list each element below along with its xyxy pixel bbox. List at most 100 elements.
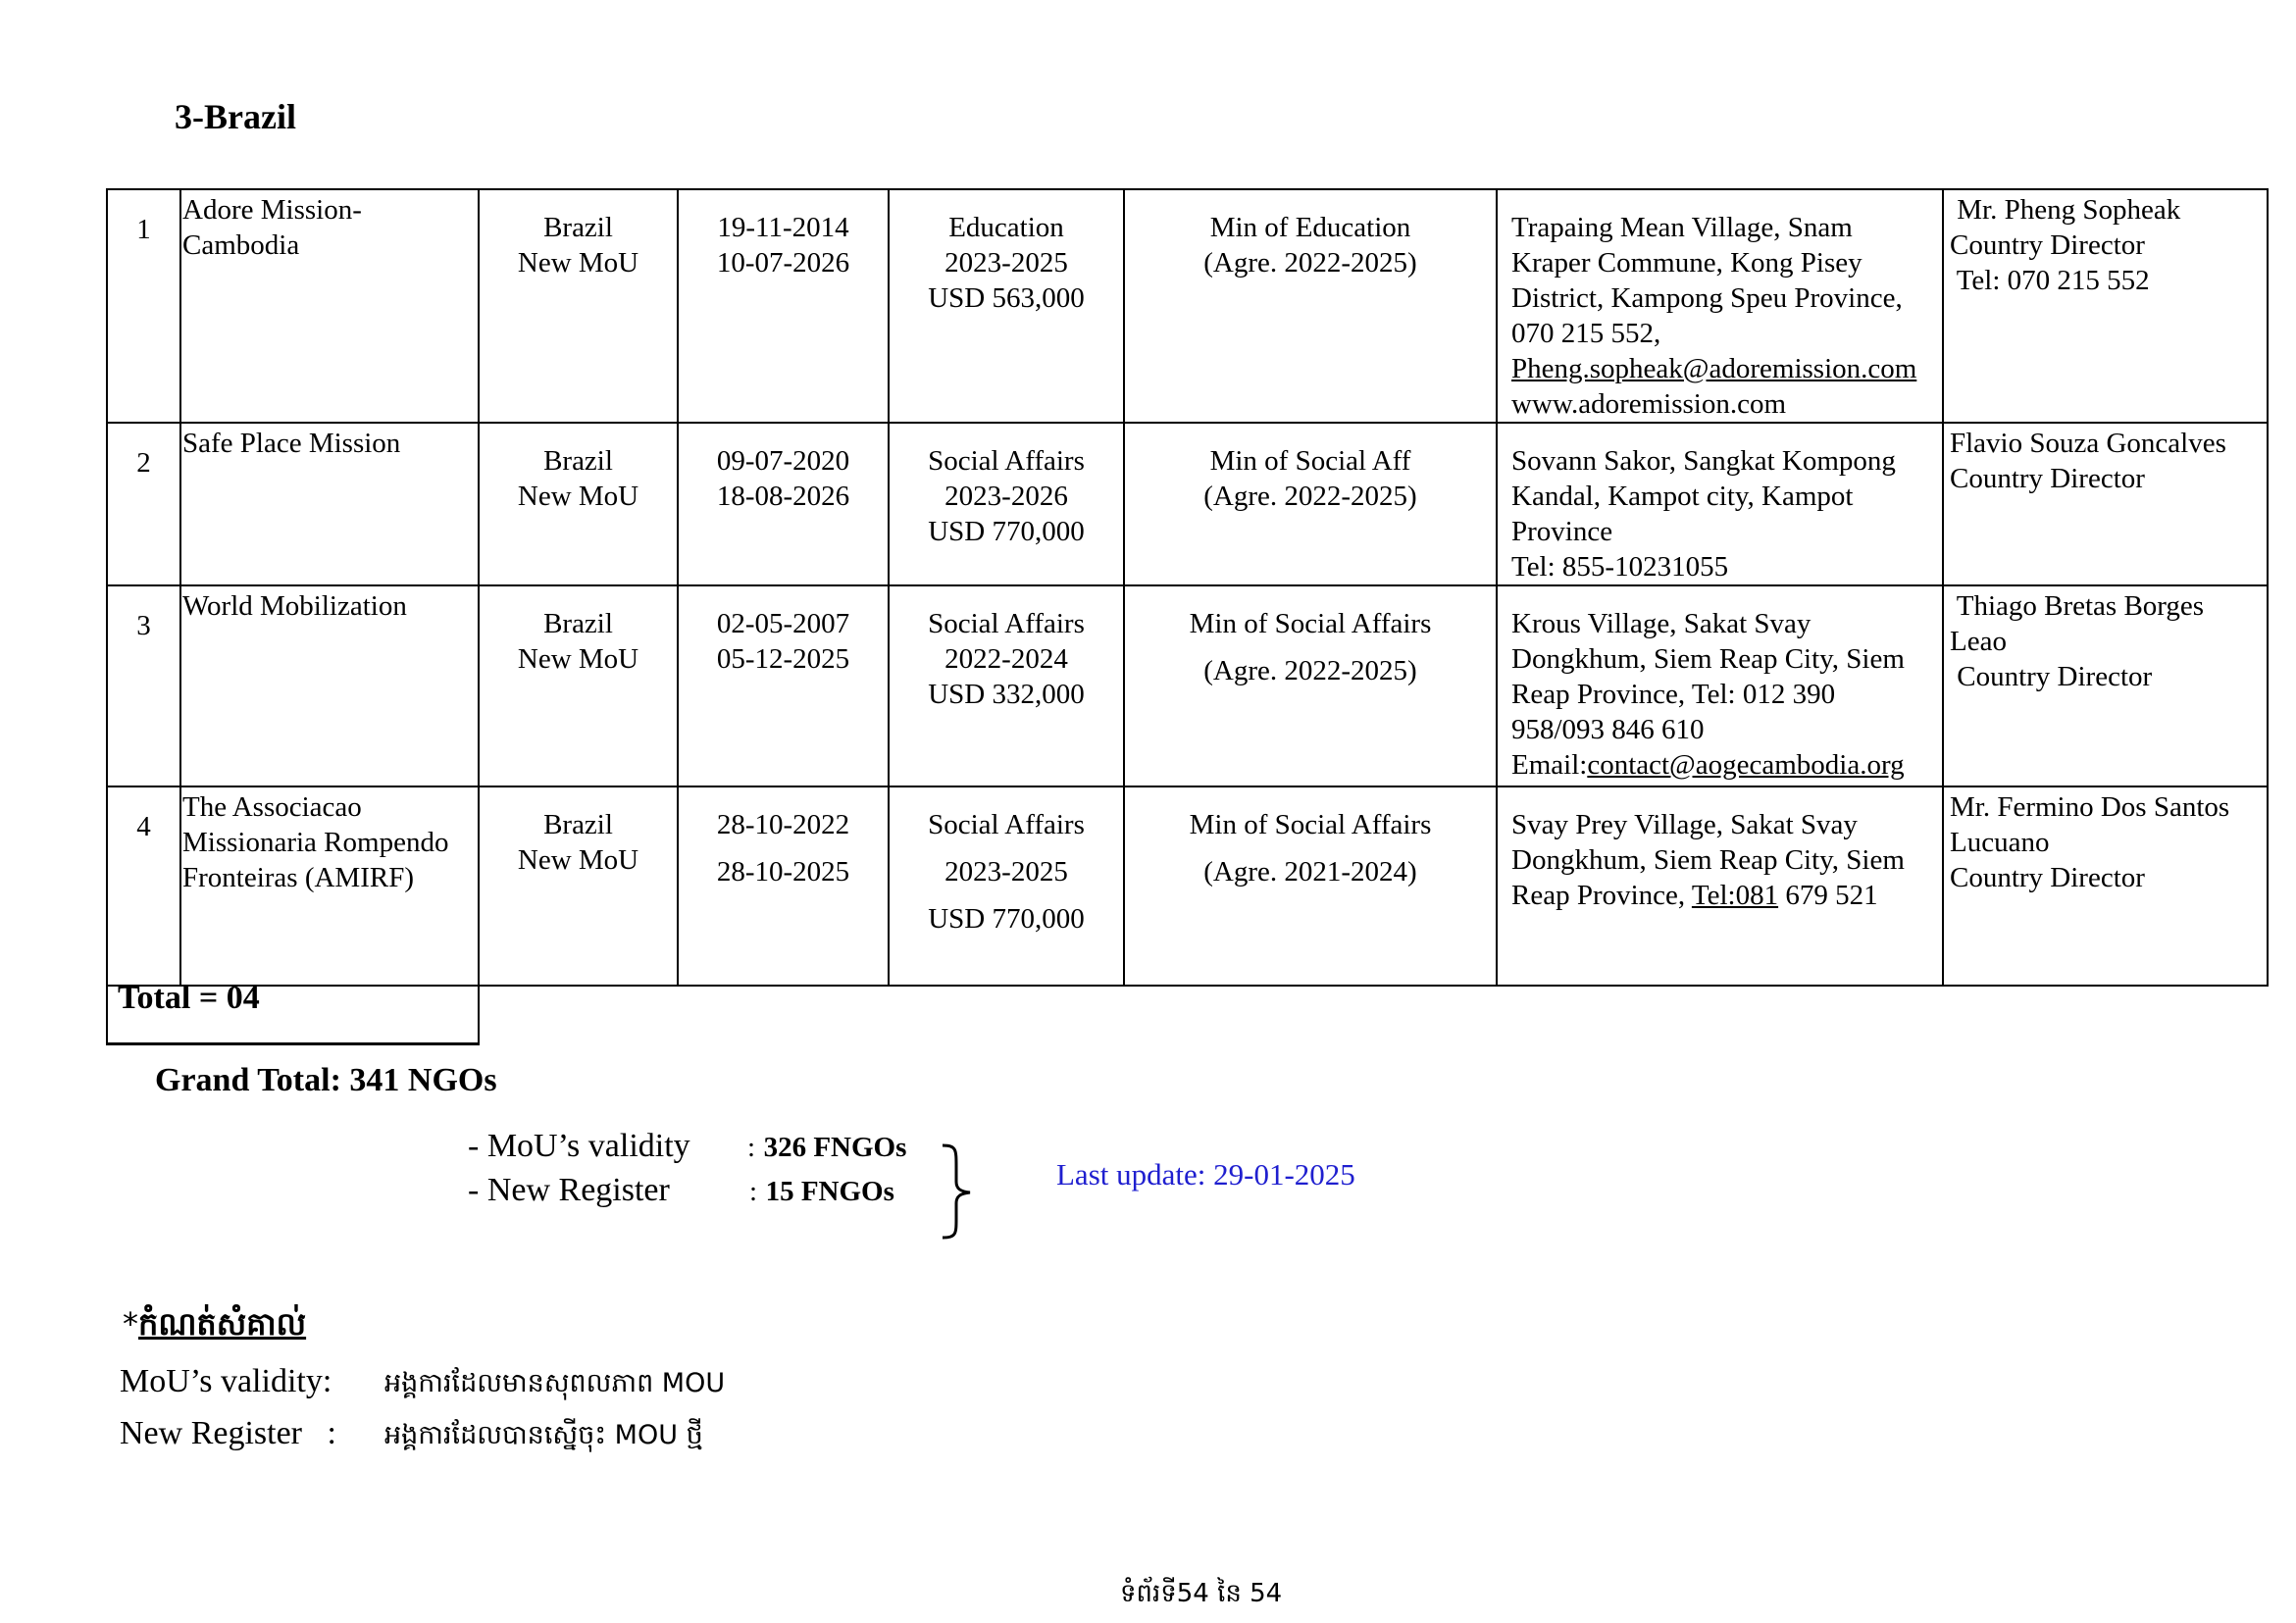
note-heading: *កំណត់សំគាល់: [123, 1305, 307, 1343]
cell-line: Min of Education: [1209, 212, 1411, 243]
cell-line: Province: [1511, 516, 1613, 547]
cell-line: Flavio Souza Goncalves: [1950, 428, 2226, 459]
summary-new-register: - New Register: 15 FNGOs: [468, 1172, 894, 1208]
cell-line: Reap Province, Tel: 012 390: [1511, 679, 1836, 710]
cell-ngo-name: Safe Place Mission: [179, 422, 480, 586]
table-row: 1 Adore Mission- Cambodia Brazil New MoU 19-1…: [106, 188, 2269, 424]
cell-dates: 19-11-2014 10-07-2026: [677, 188, 890, 424]
cell-line: Kandal, Kampot city, Kampot: [1511, 481, 1854, 512]
table-row: 2 Safe Place Mission Brazil New MoU 09-07-20…: [106, 422, 2269, 586]
note-line-mou-validity: MoU’s validity: អង្គការដែលមានសុពលភាព MOU: [120, 1363, 725, 1405]
cell-line: Kraper Commune, Kong Pisey: [1511, 247, 1862, 279]
cell-ministry: Min of Education (Agre. 2022-2025): [1123, 188, 1498, 424]
table-row: 3 World Mobilization Brazil New MoU 02-05-20…: [106, 584, 2269, 787]
email-line: Email:contact@aogecambodia.org: [1511, 747, 1942, 783]
summary-label: - New Register: [468, 1172, 670, 1208]
cell-dates: 09-07-2020 18-08-2026: [677, 422, 890, 586]
right-brace-icon: [942, 1143, 971, 1240]
cell-line: Brazil: [543, 608, 613, 639]
cell-line: Min of Social Affairs: [1189, 809, 1432, 840]
cell-line: Adore Mission-: [182, 194, 362, 226]
grand-total: Grand Total: 341 NGOs: [155, 1062, 497, 1098]
cell-ngo-name: World Mobilization: [179, 584, 480, 787]
cell-line: Country Director: [1950, 862, 2145, 893]
cell-ngo-name: The Associacao Missionaria Rompendo Fronte…: [179, 786, 480, 987]
cell-sector: Social Affairs 2022-2024 USD 332,000: [888, 584, 1125, 787]
cell-line: USD 563,000: [928, 282, 1085, 314]
cell-contact: Flavio Souza Goncalves Country Director: [1942, 422, 2269, 586]
summary-value: 15 FNGOs: [765, 1176, 894, 1207]
note-line-new-register: New Register : អង្គការដែលបានស្នើចុះ MOU ថ…: [120, 1415, 703, 1457]
note-desc: អង្គការដែលមានសុពលភាព MOU: [384, 1368, 726, 1398]
cell-line: Mr. Pheng Sopheak: [1950, 194, 2181, 226]
address-last-line: Reap Province, Tel:081 679 521: [1511, 878, 1942, 913]
cell-address: Svay Prey Village, Sakat Svay Dongkhum, S…: [1496, 786, 1944, 987]
cell-line: Dongkhum, Siem Reap City, Siem: [1511, 844, 1905, 876]
email-link[interactable]: contact@aogecambodia.org: [1587, 749, 1904, 781]
cell-line: USD 332,000: [928, 679, 1085, 710]
cell-ngo-name: Adore Mission- Cambodia: [179, 188, 480, 424]
cell-sector: Social Affairs 2023-2025 USD 770,000: [888, 786, 1125, 987]
last-update: Last update: 29-01-2025: [1056, 1157, 1355, 1192]
cell-line: Trapaing Mean Village, Snam: [1511, 212, 1853, 243]
cell-number: 3: [106, 584, 181, 787]
cell-line: 2022-2024: [944, 643, 1068, 675]
cell-line: World Mobilization: [182, 590, 407, 622]
email-label: Email:: [1511, 749, 1588, 781]
cell-line: 2023-2025: [944, 856, 1068, 888]
page-number: ទំព័រទី54 នៃ 54: [1120, 1579, 1283, 1608]
cell-number: 2: [106, 422, 181, 586]
cell-line: 02-05-2007: [716, 608, 850, 639]
cell-number: 1: [106, 188, 181, 424]
cell-line: Svay Prey Village, Sakat Svay: [1511, 809, 1858, 840]
cell-line: Brazil: [543, 809, 613, 840]
cell-line: (Agre. 2022-2025): [1203, 247, 1417, 279]
cell-line: Safe Place Mission: [182, 428, 401, 459]
cell-line: Cambodia: [182, 229, 300, 261]
cell-number: 4: [106, 786, 181, 987]
cell-line: 10-07-2026: [716, 247, 850, 279]
cell-line: Education: [948, 212, 1064, 243]
cell-line: New MoU: [517, 643, 639, 675]
cell-country: Brazil New MoU: [478, 188, 679, 424]
phone-link[interactable]: Tel:081: [1692, 880, 1778, 911]
cell-line: 09-07-2020: [716, 445, 850, 477]
cell-line: Krous Village, Sakat Svay: [1511, 608, 1811, 639]
address-text: Reap Province,: [1511, 880, 1692, 911]
cell-line: New MoU: [517, 844, 639, 876]
cell-line: Thiago Bretas Borges: [1950, 590, 2205, 622]
note-term: New Register :: [120, 1415, 336, 1451]
note-desc: អង្គការដែលបានស្នើចុះ MOU ថ្មី: [384, 1420, 703, 1450]
cell-line: Min of Social Affairs: [1189, 608, 1432, 639]
email-link[interactable]: Pheng.sopheak@adoremission.com: [1511, 351, 1942, 386]
cell-sector: Social Affairs 2023-2026 USD 770,000: [888, 422, 1125, 586]
cell-address: Sovann Sakor, Sangkat Kompong Kandal, Kam…: [1496, 422, 1944, 586]
cell-dates: 28-10-2022 28-10-2025: [677, 786, 890, 987]
cell-country: Brazil New MoU: [478, 786, 679, 987]
cell-line: 958/093 846 610: [1511, 714, 1705, 745]
table-row: 4 The Associacao Missionaria Rompendo Front…: [106, 786, 2269, 987]
cell-line: New MoU: [517, 247, 639, 279]
cell-ministry: Min of Social Aff (Agre. 2022-2025): [1123, 422, 1498, 586]
cell-sector: Education 2023-2025 USD 563,000: [888, 188, 1125, 424]
cell-line: Lucuano: [1950, 827, 2050, 858]
cell-line: 28-10-2025: [716, 856, 850, 888]
note-term: MoU’s validity:: [120, 1363, 332, 1399]
cell-line: 19-11-2014: [717, 212, 849, 243]
cell-line: New MoU: [517, 481, 639, 512]
cell-line: USD 770,000: [928, 903, 1085, 935]
cell-line: Min of Social Aff: [1209, 445, 1411, 477]
cell-contact: Mr. Pheng Sopheak Country Director Tel: 0…: [1942, 188, 2269, 424]
cell-line: Dongkhum, Siem Reap City, Siem: [1511, 643, 1905, 675]
cell-contact: Mr. Fermino Dos Santos Lucuano Country Dir…: [1942, 786, 2269, 987]
cell-line: Social Affairs: [928, 809, 1085, 840]
cell-address: Trapaing Mean Village, Snam Kraper Commun…: [1496, 188, 1944, 424]
cell-line: (Agre. 2021-2024): [1203, 856, 1417, 888]
cell-line: Fronteiras (AMIRF): [182, 862, 415, 893]
cell-contact: Thiago Bretas Borges Leao Country Directo…: [1942, 584, 2269, 787]
cell-line: 070 215 552,: [1511, 318, 1661, 349]
cell-line: Tel: 855-10231055: [1511, 551, 1729, 583]
cell-country: Brazil New MoU: [478, 584, 679, 787]
cell-line: Country Director: [1950, 463, 2145, 494]
cell-line: Leao: [1950, 626, 2007, 657]
